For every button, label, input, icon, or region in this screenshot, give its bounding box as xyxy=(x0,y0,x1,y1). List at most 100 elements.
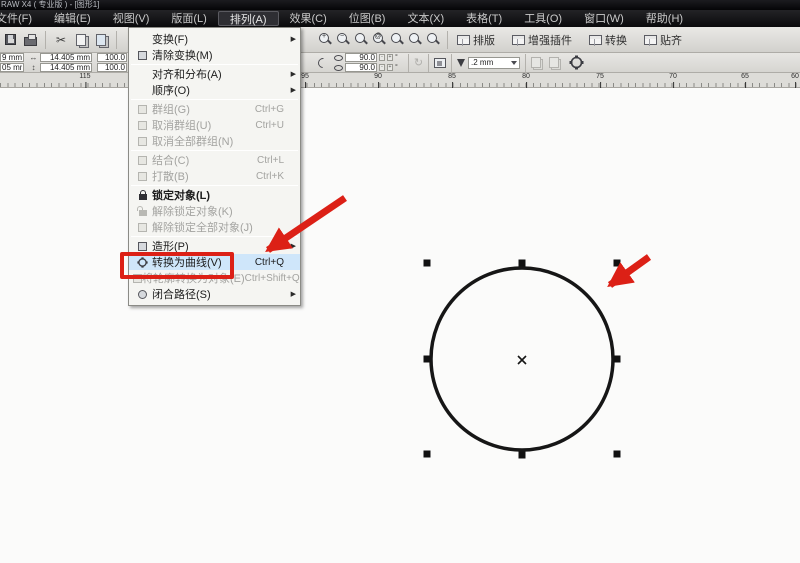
wrap-text-icon[interactable] xyxy=(434,58,446,68)
menu-table[interactable]: 表格(T) xyxy=(455,11,513,26)
menu-item-close-path[interactable]: 闭合路径(S) ▶ xyxy=(129,286,300,302)
zoom-selected-icon[interactable] xyxy=(352,30,370,49)
ungroup-all-icon xyxy=(133,135,152,147)
zoom-page-icon[interactable] xyxy=(406,30,424,49)
chevron-down-icon xyxy=(511,61,517,65)
menu-item-unlock-object[interactable]: 解除锁定对象(K) xyxy=(129,203,300,219)
title-bar: RAW X4 ( 专业版 ) - [图形1] xyxy=(0,0,800,10)
ruler-number: 85 xyxy=(448,73,456,80)
object-width-field[interactable] xyxy=(40,53,92,62)
toolbar-button-label: 转换 xyxy=(605,32,627,48)
save-button[interactable] xyxy=(0,30,20,50)
toolbar-button-plugins[interactable]: 增强插件 xyxy=(508,30,576,50)
annotation-highlight-box xyxy=(120,252,234,279)
menu-item-group[interactable]: 群组(G) Ctrl+G xyxy=(129,101,300,117)
group-icon xyxy=(133,103,152,115)
to-back-icon[interactable] xyxy=(549,57,559,68)
menu-item-ungroup[interactable]: 取消群组(U) Ctrl+U xyxy=(129,117,300,133)
object-x-field[interactable] xyxy=(0,53,24,62)
menu-item-icon xyxy=(133,84,152,96)
print-button[interactable] xyxy=(20,30,40,50)
submenu-arrow-icon: ▶ xyxy=(291,242,296,250)
propbar-separator xyxy=(451,54,452,72)
break-apart-icon xyxy=(133,170,152,182)
menu-file[interactable]: 文件(F) xyxy=(0,11,43,26)
menu-item-transform[interactable]: 变换(F) ▶ xyxy=(129,31,300,47)
zoom-page-width-icon[interactable] xyxy=(424,30,442,49)
object-y-field[interactable] xyxy=(0,63,24,72)
cut-button[interactable]: ✂ xyxy=(51,30,71,50)
menu-effects[interactable]: 效果(C) xyxy=(279,11,338,26)
submenu-arrow-icon: ▶ xyxy=(291,290,296,298)
menu-item-ungroup-all[interactable]: 取消全部群组(N) xyxy=(129,133,300,149)
menu-item-order[interactable]: 顺序(O) ▶ xyxy=(129,82,300,98)
angle-spin-down[interactable]: - xyxy=(379,54,385,61)
save-icon xyxy=(5,34,16,45)
start-angle-icon xyxy=(334,55,343,61)
menu-item-align-distribute[interactable]: 对齐和分布(A) ▶ xyxy=(129,66,300,82)
ruler-number: 90 xyxy=(374,73,382,80)
arc-shape-icon[interactable] xyxy=(316,55,330,69)
end-angle-field[interactable] xyxy=(345,63,377,72)
ruler-number: 95 xyxy=(301,73,309,80)
object-height-icon: ↕ xyxy=(29,63,38,72)
horizontal-ruler[interactable]: 115 95 90 85 80 75 70 65 60 xyxy=(0,73,800,88)
ruler-number: 115 xyxy=(79,73,90,80)
toolbar-button-label: 增强插件 xyxy=(528,32,572,48)
change-direction-icon[interactable]: ↻ xyxy=(414,56,423,69)
object-height-field[interactable] xyxy=(40,63,92,72)
copy-button[interactable] xyxy=(71,30,91,50)
unlock-all-icon xyxy=(133,221,152,233)
menu-arrange[interactable]: 排列(A) xyxy=(218,11,279,26)
menu-item-combine[interactable]: 结合(C) Ctrl+L xyxy=(129,152,300,168)
toolbar-button-snap[interactable]: 贴齐 xyxy=(640,30,686,50)
toolbar-button-typeset[interactable]: 排版 xyxy=(453,30,499,50)
menu-edit[interactable]: 编辑(E) xyxy=(43,11,102,26)
copy-icon xyxy=(76,34,86,46)
shaping-icon xyxy=(133,240,152,252)
snap-icon xyxy=(644,35,657,45)
outline-width-select[interactable]: .2 mm xyxy=(468,57,520,69)
to-front-icon[interactable] xyxy=(531,57,541,68)
print-icon xyxy=(24,37,37,46)
drawing-canvas[interactable] xyxy=(0,88,800,563)
paste-button[interactable] xyxy=(91,30,111,50)
menu-item-break-apart[interactable]: 打散(B) Ctrl+K xyxy=(129,168,300,184)
menu-text[interactable]: 文本(X) xyxy=(396,11,455,26)
zoom-actual-icon[interactable]: @ xyxy=(370,30,388,49)
menu-separator xyxy=(131,150,298,151)
unlock-icon xyxy=(133,205,152,217)
angle-spin-up[interactable]: + xyxy=(387,64,393,71)
property-bar: ↔ ↕ - + ° - xyxy=(0,53,800,73)
convert-icon xyxy=(589,35,602,45)
menu-tools[interactable]: 工具(O) xyxy=(513,11,573,26)
toolbar-button-convert[interactable]: 转换 xyxy=(585,30,631,50)
menu-separator xyxy=(131,99,298,100)
plugins-icon xyxy=(512,35,525,45)
menu-item-clear-transform[interactable]: 清除变换(M) xyxy=(129,47,300,63)
menu-layout[interactable]: 版面(L) xyxy=(160,11,217,26)
zoom-all-objects-icon[interactable] xyxy=(388,30,406,49)
scale-x-field[interactable] xyxy=(97,53,127,62)
menu-bitmaps[interactable]: 位图(B) xyxy=(338,11,397,26)
menu-window[interactable]: 窗口(W) xyxy=(573,11,635,26)
menu-item-unlock-all[interactable]: 解除锁定全部对象(J) xyxy=(129,219,300,235)
standard-toolbar: ✂ ↶ ▾ + − @ 排版 增强插件 转换 贴齐 xyxy=(0,27,800,53)
ungroup-icon xyxy=(133,119,152,131)
menu-bar: 文件(F) 编辑(E) 视图(V) 版面(L) 排列(A) 效果(C) 位图(B… xyxy=(0,10,800,27)
start-angle-field[interactable] xyxy=(345,53,377,62)
zoom-out-icon[interactable]: − xyxy=(334,30,352,49)
angle-spin-up[interactable]: + xyxy=(387,54,393,61)
app-window: RAW X4 ( 专业版 ) - [图形1] 文件(F) 编辑(E) 视图(V)… xyxy=(0,0,800,563)
paste-icon xyxy=(96,34,106,46)
menu-item-lock-object[interactable]: 锁定对象(L) xyxy=(129,187,300,203)
window-title: RAW X4 ( 专业版 ) - [图形1] xyxy=(1,0,99,9)
menu-item-icon xyxy=(133,68,152,80)
toolbar-button-label: 贴齐 xyxy=(660,32,682,48)
angle-spin-down[interactable]: - xyxy=(379,64,385,71)
zoom-in-icon[interactable]: + xyxy=(316,30,334,49)
menu-view[interactable]: 视图(V) xyxy=(102,11,161,26)
scale-y-field[interactable] xyxy=(97,63,127,72)
convert-to-curves-icon[interactable] xyxy=(569,55,584,70)
menu-help[interactable]: 帮助(H) xyxy=(635,11,694,26)
